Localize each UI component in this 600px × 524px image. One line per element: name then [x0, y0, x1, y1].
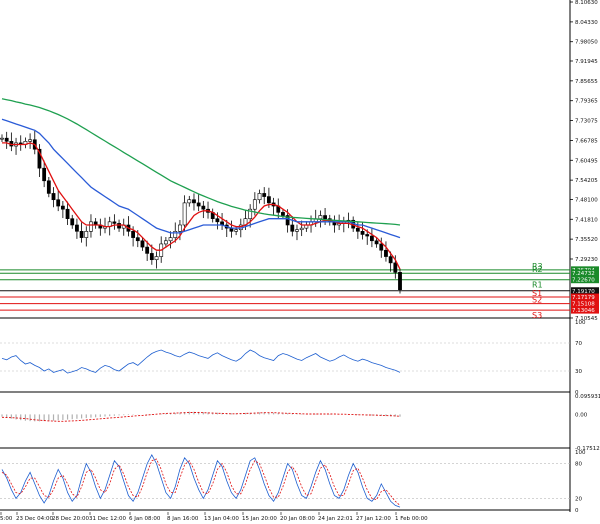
level-label: S2: [532, 296, 542, 305]
y-tick-label: 7.73075: [575, 119, 598, 125]
candle-body: [89, 221, 93, 232]
candle-body: [131, 231, 136, 238]
candle-body: [42, 167, 47, 182]
candle-body: [365, 234, 370, 237]
rsi-tick-label: 30: [575, 369, 582, 375]
x-tick-label: 23 Dec 04:00: [16, 516, 53, 522]
candle-body: [266, 196, 271, 204]
x-tick-label: 20 Jan 08:00: [280, 516, 315, 522]
level-label: S3: [532, 311, 542, 320]
y-tick-label: 7.35520: [575, 237, 598, 243]
stoch-tick-label: 20: [575, 496, 582, 502]
y-tick-label: 7.60495: [575, 158, 598, 164]
candle-body: [393, 262, 398, 273]
candle-body: [140, 240, 145, 248]
candle-body: [281, 212, 285, 216]
y-tick-label: 7.10545: [575, 316, 598, 322]
candle-body: [28, 139, 32, 142]
candle-body: [168, 237, 173, 242]
forex-chart[interactable]: R37.25794R27.24732R17.226707.19170S17.17…: [0, 0, 600, 524]
candle-body: [379, 243, 384, 251]
y-tick-label: 8.10630: [575, 0, 598, 6]
candle-body: [56, 199, 61, 207]
x-tick-label: 31 Dec 12:00: [89, 516, 126, 522]
x-tick-label: 8 Jan 16:00: [167, 516, 199, 522]
candle-body: [154, 256, 159, 261]
candle-body: [196, 202, 201, 207]
candle-body: [70, 218, 75, 226]
y-tick-label: 7.79365: [575, 99, 598, 105]
candle-body: [187, 199, 192, 204]
x-tick-label: 27 Jan 12:00: [356, 516, 391, 522]
candle-body: [79, 231, 84, 238]
candle-body: [4, 137, 9, 142]
stoch-tick-label: 80: [575, 462, 582, 468]
candle-body: [262, 193, 267, 197]
candle-body: [215, 218, 220, 223]
x-tick-label: 5:00: [0, 516, 13, 522]
macd-tick-label: 0.095931: [575, 394, 600, 400]
y-tick-label: 7.29230: [575, 257, 598, 263]
y-tick-label: 7.85655: [575, 79, 598, 85]
stoch-tick-label: 100: [575, 450, 586, 456]
x-tick-label: 1 Feb 00:00: [395, 516, 428, 522]
candle-body: [145, 246, 150, 254]
y-tick-label: 7.48100: [575, 197, 598, 203]
candle-body: [290, 224, 295, 232]
x-tick-label: 24 Jan 22:01: [318, 516, 353, 522]
level-label: R2: [532, 265, 543, 274]
candle-body: [252, 199, 257, 210]
level-price-value: 7.22670: [572, 278, 595, 284]
candle-body: [149, 253, 154, 261]
candle-body: [135, 237, 140, 242]
candle-body: [84, 231, 89, 238]
y-tick-label: 7.98050: [575, 40, 598, 46]
candle-body: [163, 240, 168, 245]
candle-body: [355, 227, 360, 232]
candle-body: [182, 202, 187, 226]
stoch-tick-label: 0: [575, 508, 579, 514]
candle-body: [65, 208, 70, 219]
level-price-value: 7.13046: [572, 308, 595, 314]
candle-body: [374, 240, 379, 245]
candle-body: [388, 256, 393, 264]
x-tick-label: 13 Jan 04:00: [204, 516, 239, 522]
candle-body: [46, 180, 51, 194]
y-tick-label: 8.04330: [575, 20, 598, 26]
candle-body: [117, 223, 121, 229]
candle-body: [360, 231, 365, 235]
candle-body: [318, 215, 323, 219]
macd-tick-label: 0.00: [575, 412, 588, 418]
chart-background: [0, 0, 600, 524]
y-tick-label: 7.41810: [575, 217, 598, 223]
candle-body: [295, 229, 299, 232]
candle-body: [60, 205, 65, 210]
candle-body: [192, 199, 196, 204]
candle-body: [112, 221, 117, 224]
rsi-tick-label: 70: [575, 341, 582, 347]
candle-body: [51, 193, 56, 201]
candle-body: [257, 193, 262, 201]
candle-body: [323, 215, 327, 219]
y-tick-label: 7.54205: [575, 178, 598, 184]
candle-body: [398, 272, 402, 291]
candle-body: [384, 249, 388, 257]
candle-body: [299, 227, 304, 231]
candle-body: [201, 205, 206, 210]
x-tick-label: 28 Dec 20:00: [52, 516, 89, 522]
x-tick-label: 6 Jan 08:00: [129, 516, 161, 522]
candle-body: [370, 235, 374, 242]
y-tick-label: 7.66785: [575, 138, 598, 144]
candle-body: [234, 229, 239, 232]
y-tick-label: 7.91945: [575, 59, 598, 65]
candle-body: [75, 224, 79, 232]
candle-body: [178, 224, 182, 232]
candle-body: [0, 137, 4, 140]
x-tick-label: 15 Jan 20:00: [242, 516, 277, 522]
